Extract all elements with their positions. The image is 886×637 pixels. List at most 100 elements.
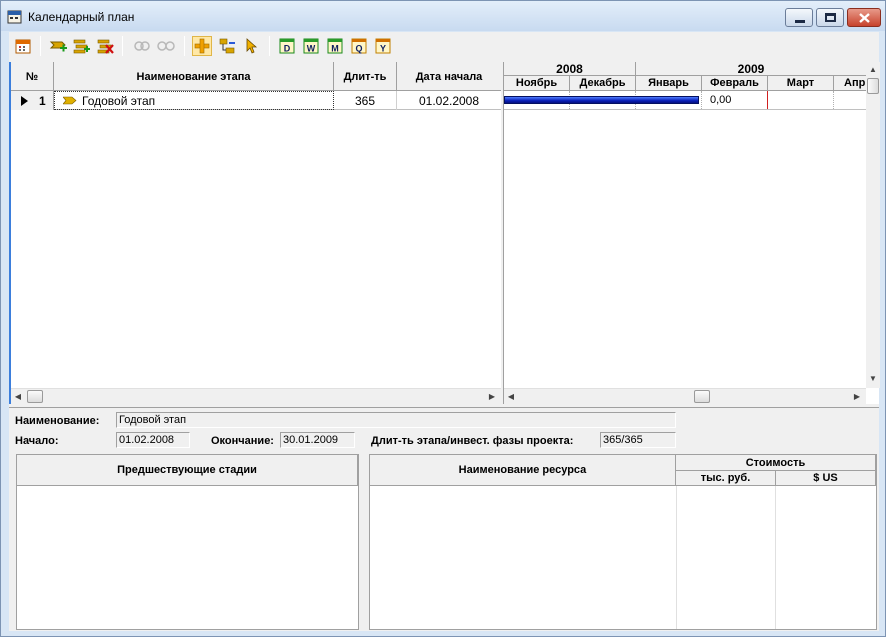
month-header: Февраль: [702, 76, 768, 91]
column-header-duration[interactable]: Длит-ть: [334, 62, 397, 91]
today-line: [767, 91, 768, 109]
stage-name-cell[interactable]: Годовой этап: [54, 91, 334, 110]
scroll-right-icon[interactable]: ▶: [487, 392, 497, 402]
link-button[interactable]: [132, 36, 152, 56]
stage-name: Годовой этап: [82, 93, 156, 108]
cost-rub-header[interactable]: тыс. руб.: [676, 471, 776, 486]
gantt-gridline: [701, 91, 702, 109]
row-selector-icon: [21, 95, 28, 106]
column-header-number[interactable]: №: [11, 62, 54, 91]
scroll-left-icon[interactable]: ◀: [13, 392, 23, 402]
calendar-icon: W: [303, 38, 319, 54]
calendar-icon: Q: [351, 38, 367, 54]
end-date-field[interactable]: 30.01.2009: [280, 432, 355, 448]
duration-field[interactable]: 365/365: [600, 432, 676, 448]
scroll-down-icon[interactable]: ▼: [869, 374, 877, 383]
gantt-row[interactable]: 0,00: [504, 91, 866, 110]
cost-header[interactable]: Стоимость: [676, 455, 876, 471]
add-substage-button[interactable]: [71, 36, 91, 56]
unlink-button[interactable]: [156, 36, 176, 56]
add-icon: [194, 38, 210, 54]
gantt-chart: 2008 2009 Ноябрь Декабрь Январь Февраль …: [503, 62, 880, 404]
end-label: Окончание:: [211, 435, 274, 447]
pointer-button[interactable]: [241, 36, 261, 56]
predecessors-grid[interactable]: Предшествующие стадии: [16, 454, 359, 630]
hierarchy-button[interactable]: [217, 36, 237, 56]
scroll-up-icon[interactable]: ▲: [869, 65, 877, 74]
row-number-cell: 1: [11, 91, 54, 110]
calendar-icon: Y: [375, 38, 391, 54]
toolbar: DWMQY: [9, 32, 879, 60]
delete-stage-icon: [97, 39, 114, 54]
scroll-thumb[interactable]: [27, 390, 43, 403]
stage-arrow-icon: [63, 96, 77, 105]
link-icon: [134, 41, 150, 51]
scale-label: W: [307, 44, 316, 54]
column-header-stage-name[interactable]: Наименование этапа: [54, 62, 334, 91]
content-area: № Наименование этапа Длит-ть Дата начала…: [9, 60, 880, 631]
calendar-icon: [15, 39, 31, 54]
scroll-thumb[interactable]: [867, 78, 879, 94]
toolbar-separator: [184, 36, 185, 56]
title-bar[interactable]: Календарный план: [1, 1, 885, 31]
calendar-icon: M: [327, 38, 343, 54]
hierarchy-icon: [219, 38, 235, 54]
start-date-cell[interactable]: 01.02.2008: [397, 91, 501, 110]
stage-name-field[interactable]: Годовой этап: [116, 412, 676, 428]
scale-year-button[interactable]: Y: [373, 36, 393, 56]
start-date-field[interactable]: 01.02.2008: [116, 432, 190, 448]
pointer-icon: [246, 38, 258, 54]
month-header: Март: [768, 76, 834, 91]
year-2008-header: 2008: [504, 62, 636, 76]
gantt-hscrollbar[interactable]: ◀ ▶: [504, 388, 866, 404]
delete-stage-button[interactable]: [95, 36, 115, 56]
gantt-vscrollbar[interactable]: ▲ ▼: [866, 62, 880, 388]
scroll-left-icon[interactable]: ◀: [506, 392, 516, 402]
gantt-task-bar[interactable]: [504, 96, 699, 104]
toolbar-separator: [40, 36, 41, 56]
scale-month-button[interactable]: M: [325, 36, 345, 56]
table-row[interactable]: 1 Годовой этап 365 01.02.2008: [11, 91, 501, 110]
scale-day-button[interactable]: D: [277, 36, 297, 56]
scroll-right-icon[interactable]: ▶: [852, 392, 862, 402]
calendar-icon: D: [279, 38, 295, 54]
scale-label: Y: [380, 44, 386, 54]
scale-label: M: [331, 44, 339, 54]
add-button[interactable]: [192, 36, 212, 56]
scale-quarter-button[interactable]: Q: [349, 36, 369, 56]
add-stage-button[interactable]: [49, 36, 69, 56]
month-header: Январь: [636, 76, 702, 91]
predecessors-header[interactable]: Предшествующие стадии: [17, 455, 358, 486]
year-2009-header: 2009: [636, 62, 866, 76]
scale-week-button[interactable]: W: [301, 36, 321, 56]
gantt-gridline: [833, 91, 834, 109]
month-header: Декабрь: [570, 76, 636, 91]
row-number: 1: [39, 93, 46, 108]
column-header-start-date[interactable]: Дата начала: [397, 62, 501, 91]
stage-details-panel: Наименование: Годовой этап Начало: 01.02…: [9, 407, 879, 631]
stages-grid: № Наименование этапа Длит-ть Дата начала…: [9, 62, 501, 404]
stage-name-label: Наименование:: [15, 415, 100, 427]
resource-name-header[interactable]: Наименование ресурса: [370, 455, 676, 486]
scroll-thumb[interactable]: [694, 390, 710, 403]
month-header: Апр: [844, 77, 866, 89]
stages-grid-hscrollbar[interactable]: ◀ ▶: [11, 388, 501, 404]
scale-label: D: [284, 44, 291, 54]
minimize-button[interactable]: [785, 8, 813, 27]
app-icon: [7, 10, 22, 24]
minimize-icon: [795, 20, 805, 23]
gantt-bar-value: 0,00: [710, 94, 732, 106]
maximize-button[interactable]: [816, 8, 844, 27]
cost-usd-header[interactable]: $ US: [776, 471, 876, 486]
close-button[interactable]: [847, 8, 881, 27]
maximize-icon: [825, 13, 836, 22]
calendar-button[interactable]: [13, 36, 33, 56]
add-stage-icon: [49, 41, 67, 52]
resources-grid[interactable]: Наименование ресурса Стоимость тыс. руб.…: [369, 454, 877, 630]
gantt-timeline-header: 2008 2009 Ноябрь Декабрь Январь Февраль …: [504, 62, 866, 91]
duration-cell[interactable]: 365: [334, 91, 397, 110]
toolbar-separator: [269, 36, 270, 56]
calendar-plan-window: Календарный план D W M Q Y № Наименовани…: [0, 0, 886, 637]
duration-label: Длит-ть этапа/инвест. фазы проекта:: [371, 435, 574, 447]
cost-rub-column: [676, 486, 776, 629]
